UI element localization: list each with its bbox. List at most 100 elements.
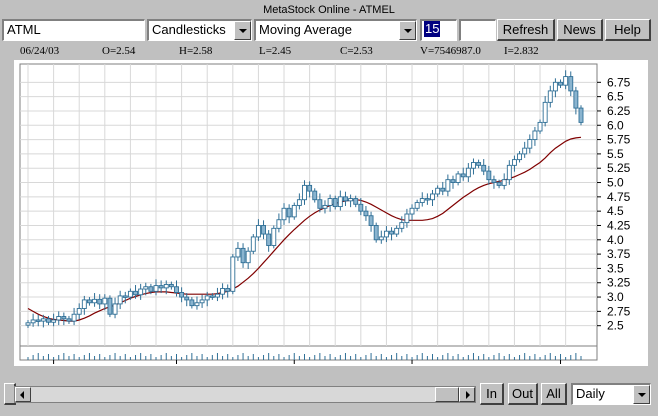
candle-body	[491, 179, 497, 183]
candle-body	[86, 299, 92, 304]
candle-body	[558, 81, 563, 86]
candle-body	[122, 295, 128, 298]
candle-body	[51, 319, 57, 323]
candle-body	[552, 81, 558, 92]
zoom-in-button[interactable]: In	[480, 383, 504, 405]
show-all-button[interactable]: All	[541, 383, 567, 405]
candle-body	[240, 247, 246, 264]
scroll-thumb[interactable]	[435, 387, 459, 402]
chevron-down-icon[interactable]	[234, 21, 251, 40]
candle-body	[373, 225, 379, 241]
candle-body	[127, 290, 133, 298]
candle-body	[296, 199, 302, 206]
y-tick-label: 4.75	[607, 190, 631, 204]
y-tick-label: 3.75	[607, 247, 631, 261]
info-high: H=2.58	[179, 45, 213, 57]
period-input[interactable]: 15	[420, 19, 457, 41]
candle-body	[506, 164, 512, 181]
candle-body	[343, 196, 348, 202]
candle-body	[424, 198, 430, 201]
candle-body	[281, 207, 287, 221]
indicator-value: Moving Average	[259, 22, 352, 37]
scroll-left-arrow-icon[interactable]	[15, 387, 31, 402]
candle-body	[194, 302, 200, 307]
periodicity-value: Daily	[576, 386, 605, 401]
y-tick-label: 6.0	[607, 118, 624, 132]
news-button[interactable]: News	[557, 19, 603, 41]
candle-body	[317, 199, 323, 209]
candle-body	[225, 288, 231, 292]
candle-body	[563, 76, 569, 86]
candle-body	[76, 308, 82, 315]
y-tick-label: 4.0	[607, 233, 624, 247]
period-value: 15	[424, 21, 441, 37]
horizontal-scrollbar[interactable]	[14, 386, 476, 403]
y-tick-label: 3.0	[607, 290, 624, 304]
candle-body	[522, 147, 528, 155]
candle-body	[378, 236, 384, 241]
chart-style-select[interactable]: Candlesticks	[147, 19, 252, 41]
scroll-right-arrow-icon[interactable]	[459, 387, 475, 402]
candle-body	[532, 130, 538, 141]
candle-body	[348, 198, 354, 202]
candle-body	[266, 233, 272, 246]
candle-body	[542, 101, 548, 123]
candle-body	[460, 173, 466, 178]
candle-body	[455, 173, 461, 183]
candle-body	[312, 190, 318, 201]
candle-body	[138, 288, 144, 296]
candle-body	[435, 187, 441, 195]
chevron-down-icon[interactable]	[399, 21, 416, 40]
info-date: 06/24/03	[20, 45, 60, 57]
candle-body	[383, 230, 389, 238]
y-tick-label: 2.5	[607, 319, 624, 333]
candle-body	[578, 107, 584, 123]
symbol-input[interactable]: ATML	[2, 19, 145, 41]
chevron-down-icon[interactable]	[633, 385, 650, 404]
y-tick-label: 6.5	[607, 90, 624, 104]
help-button[interactable]: Help	[605, 19, 651, 41]
periodicity-select[interactable]: Daily	[571, 383, 651, 405]
candle-body	[112, 303, 118, 315]
info-low: L=2.45	[259, 45, 292, 57]
candle-body	[332, 198, 338, 208]
y-tick-label: 3.25	[607, 276, 631, 290]
candle-body	[527, 139, 533, 149]
candle-body	[102, 297, 108, 305]
price-chart[interactable]: 6.75 6.5 6.25 6.0 5.75 5.5 5.25 5.0 4.75 4.5 4.25 4…	[14, 60, 648, 366]
candle-body	[307, 184, 313, 192]
candle-body	[327, 198, 333, 206]
refresh-button[interactable]: Refresh	[497, 19, 555, 41]
chart-canvas[interactable]: 6.756.56.256.05.755.55.255.04.754.54.254…	[14, 60, 648, 366]
candle-body	[66, 318, 72, 322]
candle-body	[40, 318, 46, 322]
y-tick-label: 6.75	[607, 75, 631, 89]
candle-body	[153, 285, 159, 292]
candle-body	[143, 286, 149, 290]
window-title: MetaStock Online - ATMEL	[263, 4, 395, 16]
candle-body	[179, 292, 185, 298]
candle-body	[61, 316, 67, 320]
candle-body	[30, 319, 36, 324]
candle-body	[496, 182, 502, 186]
candle-body	[337, 196, 343, 208]
y-tick-label: 2.75	[607, 304, 631, 318]
candle-body	[450, 179, 456, 183]
candle-body	[481, 164, 487, 172]
candle-body	[250, 236, 256, 252]
candle-body	[46, 318, 51, 323]
candle-body	[276, 219, 282, 229]
candle-body	[568, 76, 574, 92]
candle-body	[245, 250, 251, 264]
secondary-input[interactable]	[459, 19, 496, 41]
candle-body	[414, 202, 420, 209]
indicator-select[interactable]: Moving Average	[254, 19, 417, 41]
candle-body	[35, 319, 41, 322]
candle-body	[255, 225, 261, 238]
info-open: O=2.54	[102, 45, 136, 57]
zoom-out-button[interactable]: Out	[508, 383, 538, 405]
candle-body	[56, 316, 62, 321]
candle-body	[81, 299, 87, 309]
candle-body	[476, 162, 482, 166]
y-tick-label: 5.25	[607, 161, 631, 175]
